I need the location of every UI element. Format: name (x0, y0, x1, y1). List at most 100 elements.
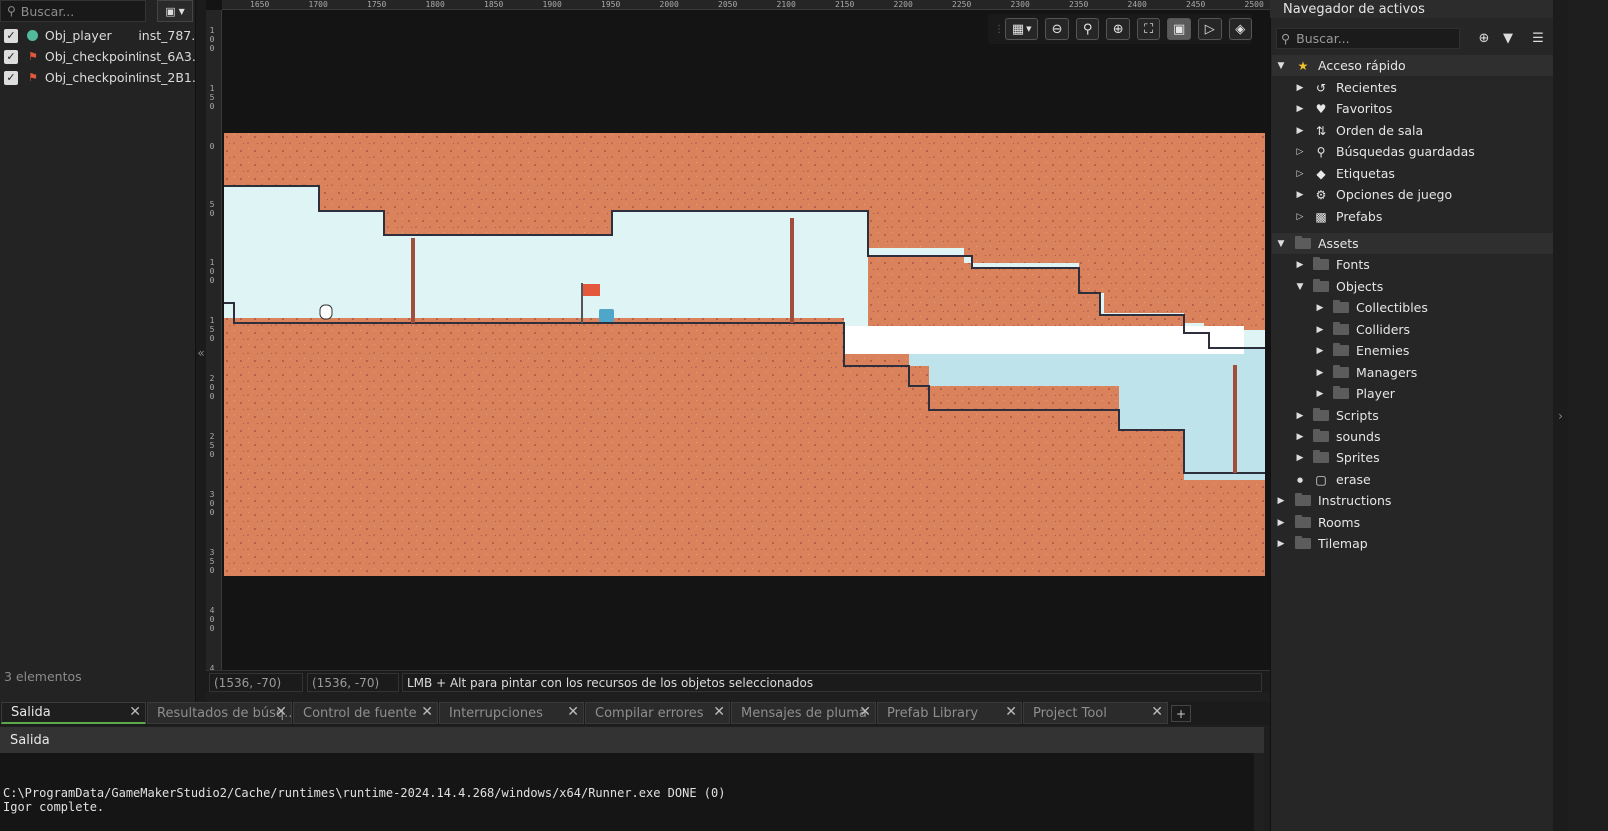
ruler-tick-label: 2200 (893, 0, 913, 9)
ruler-tick-label: 350 (209, 548, 215, 575)
collapse-left-panel-button[interactable]: « (196, 0, 206, 706)
tree-folder-rooms[interactable]: ▶ Rooms (1272, 512, 1553, 533)
tree-item-recientes[interactable]: ▶ ↺ Recientes (1272, 77, 1553, 98)
tab-salida[interactable]: Salida ✕ (1, 702, 146, 724)
close-icon[interactable]: ✕ (1151, 704, 1163, 720)
zoom-out-button[interactable]: ⊖ (1045, 18, 1069, 40)
tree-folder-scripts[interactable]: ▶ Scripts (1272, 405, 1553, 426)
tree-folder-fonts[interactable]: ▶ Fonts (1272, 254, 1553, 275)
frame-view-button[interactable]: ▣ (1167, 18, 1191, 40)
tree-folder-sounds[interactable]: ▶ sounds (1272, 426, 1553, 447)
zoom-in-button[interactable]: ⊕ (1106, 18, 1130, 40)
room-toolbar: ⋮ ▦ ▼ ⊖ ⚲ ⊕ ⛶ ▣ ▷ ◈ (988, 14, 1253, 44)
output-console[interactable]: C:\ProgramData/GameMakerStudio2/Cache/ru… (0, 753, 1254, 831)
play-room-button[interactable]: ▷ (1197, 18, 1222, 40)
chevron-down-icon: ▼ (1277, 238, 1285, 249)
folder-icon (1332, 365, 1350, 378)
pillar (790, 218, 794, 323)
square-icon: ▣ (165, 4, 176, 18)
close-icon[interactable]: ✕ (129, 704, 141, 720)
tree-folder-objects[interactable]: ▼ Objects (1272, 276, 1553, 297)
tree-folder-colliders[interactable]: ▶ Colliders (1272, 319, 1553, 340)
ruler-tick-label: 0 (209, 142, 215, 151)
tree-folder-managers[interactable]: ▶ Managers (1272, 362, 1553, 383)
chevron-right-icon: ▶ (1296, 431, 1304, 442)
close-icon[interactable]: ✕ (567, 704, 579, 720)
close-icon[interactable]: ✕ (421, 704, 433, 720)
ruler-tick-label: 2300 (1010, 0, 1030, 9)
tree-item-prefabs[interactable]: ▷ ▩ Prefabs (1272, 206, 1553, 227)
tree-item-orden-de-sala[interactable]: ▶ ⇅ Orden de sala (1272, 120, 1553, 141)
chevron-down-icon: ▼ (178, 6, 185, 16)
cursor-position: (1536, -70) (209, 673, 303, 692)
tab-prefab-library[interactable]: Prefab Library ✕ (877, 702, 1022, 724)
instance-row[interactable]: ✓ ⚑ Obj_checkpoint inst_2B1... (0, 67, 196, 88)
tree-item-favoritos[interactable]: ▶ ♥ Favoritos (1272, 98, 1553, 119)
frame-icon: ▣ (1173, 21, 1186, 37)
tree-folder-tilemap[interactable]: ▶ Tilemap (1272, 533, 1553, 554)
layers-button[interactable]: ◈ (1228, 18, 1253, 40)
tree-item-busquedas-guardadas[interactable]: ▷ ⚲ Búsquedas guardadas (1272, 141, 1553, 162)
tree-folder-instructions[interactable]: ▶ Instructions (1272, 490, 1553, 511)
chevron-right-icon: ▷ (1296, 146, 1304, 157)
filter-icon[interactable]: ▼ (1499, 29, 1517, 47)
visibility-checkbox[interactable]: ✓ (4, 49, 18, 64)
tree-folder-enemies[interactable]: ▶ Enemies (1272, 340, 1553, 361)
chevron-right-icon: ▷ (1296, 168, 1304, 179)
fit-room-button[interactable]: ⛶ (1136, 18, 1161, 40)
tab-resultados[interactable]: Resultados de búsq... ✕ (147, 702, 292, 724)
tree-quick-access[interactable]: ▼ ★ Acceso rápido (1272, 55, 1553, 76)
add-asset-icon[interactable]: ⊕ (1475, 29, 1493, 47)
asset-search-input[interactable]: ⚲ Buscar... (1276, 28, 1460, 49)
ruler-tick-label: 1900 (542, 0, 562, 9)
chevron-right-icon: ▶ (1316, 302, 1324, 313)
tab-project-tool[interactable]: Project Tool ✕ (1023, 702, 1168, 724)
tab-interrupciones[interactable]: Interrupciones ✕ (439, 702, 584, 724)
close-icon[interactable]: ✕ (713, 704, 725, 720)
output-scrollbar[interactable] (1254, 753, 1264, 831)
ruler-tick-label: 150 (209, 316, 215, 343)
chevron-right-icon: ▶ (1316, 367, 1324, 378)
folder-icon (1312, 279, 1330, 292)
ruler-tick-label: 150 (209, 84, 215, 111)
output-header: Salida (0, 727, 1264, 753)
drag-handle-icon[interactable]: ⋮ (994, 24, 1004, 35)
close-icon[interactable]: ✕ (1005, 704, 1017, 720)
tree-assets[interactable]: ▼ Assets (1272, 233, 1553, 254)
instance-row[interactable]: ✓ Obj_player inst_787... (0, 25, 196, 46)
ruler-tick-label: 1650 (250, 0, 270, 9)
level-preview[interactable] (224, 133, 1265, 576)
layer-view-dropdown[interactable]: ▣ ▼ (157, 0, 193, 22)
grid-toggle-button[interactable]: ▦ ▼ (1005, 18, 1039, 40)
tree-folder-collectibles[interactable]: ▶ Collectibles (1272, 297, 1553, 318)
close-icon[interactable]: ✕ (275, 704, 287, 720)
vertical-ruler: 100 150 0 50 100 150 200 250 300 350 400 4 (206, 10, 222, 670)
menu-icon[interactable]: ☰ (1529, 29, 1547, 47)
folder-icon (1332, 343, 1350, 356)
close-icon[interactable]: ✕ (859, 704, 871, 720)
instance-search-input[interactable]: ⚲ Buscar... (0, 0, 146, 22)
instance-row[interactable]: ✓ ⚑ Obj_checkpoint inst_6A3... (0, 46, 196, 67)
tree-item-opciones-de-juego[interactable]: ▶ ⚙ Opciones de juego (1272, 184, 1553, 205)
folder-icon (1312, 257, 1330, 270)
tree-item-erase[interactable]: ● ▢ erase (1272, 469, 1553, 490)
visibility-checkbox[interactable]: ✓ (4, 28, 18, 43)
chevron-down-icon: ▼ (1296, 281, 1304, 292)
tab-compilar-errores[interactable]: Compilar errores ✕ (585, 702, 730, 724)
ruler-tick-label: 100 (209, 258, 215, 285)
chevron-right-icon: ▶ (1296, 452, 1304, 463)
tree-item-etiquetas[interactable]: ▷ ◆ Etiquetas (1272, 163, 1553, 184)
tree-folder-player[interactable]: ▶ Player (1272, 383, 1553, 404)
object-name: Obj_checkpoint (44, 70, 139, 85)
collapse-right-panel-button[interactable]: › (1553, 0, 1568, 831)
visibility-checkbox[interactable]: ✓ (4, 70, 18, 85)
tree-folder-sprites[interactable]: ▶ Sprites (1272, 447, 1553, 468)
ruler-tick-label: 2050 (718, 0, 738, 9)
zoom-reset-button[interactable]: ⚲ (1075, 18, 1100, 40)
add-tab-button[interactable]: + (1171, 705, 1191, 722)
chevron-right-icon: ▶ (1277, 495, 1285, 506)
tab-control-de-fuente[interactable]: Control de fuente ✕ (293, 702, 438, 724)
chevron-down-icon: ▼ (1026, 25, 1032, 33)
tab-mensajes-de-pluma[interactable]: Mensajes de pluma ✕ (731, 702, 876, 724)
chevron-right-icon: ▶ (1296, 410, 1304, 421)
